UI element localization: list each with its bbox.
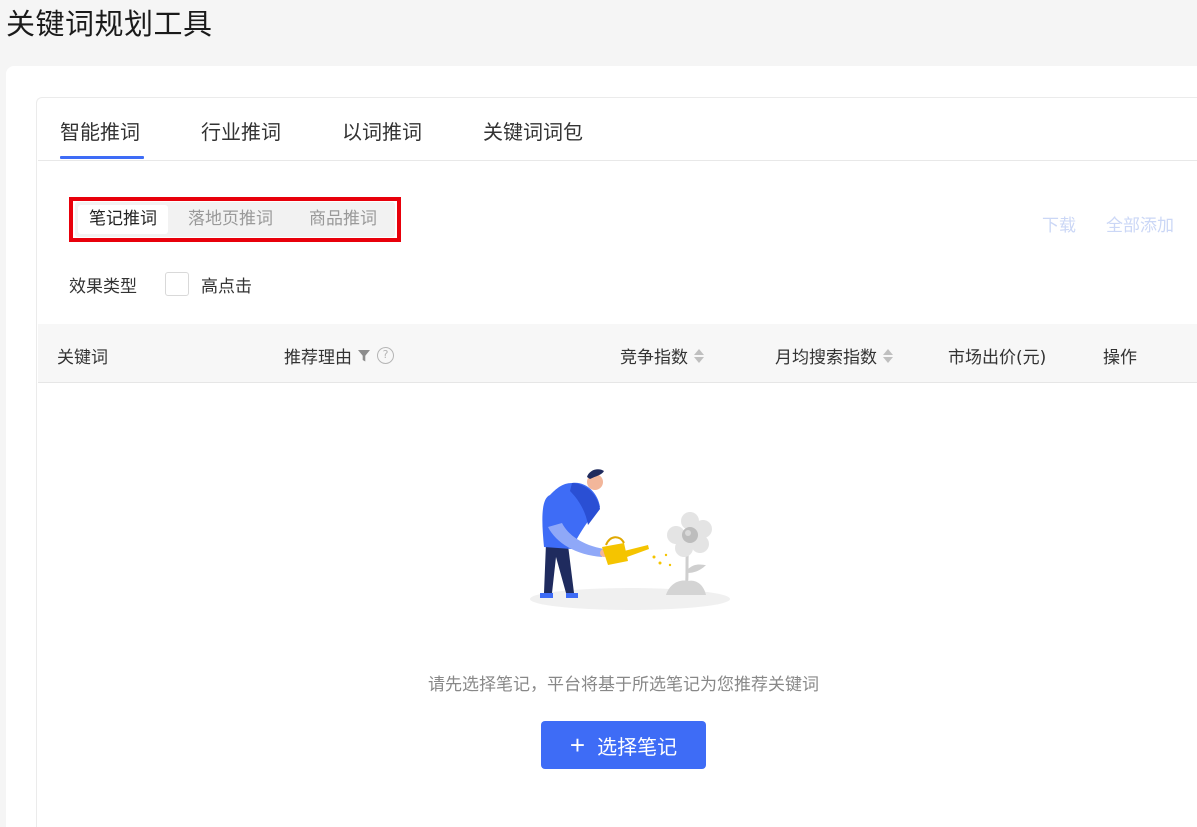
column-operation: 操作 [1103, 343, 1137, 368]
select-note-button-label: 选择笔记 [597, 736, 678, 759]
column-operation-label: 操作 [1103, 348, 1137, 368]
download-link[interactable]: 下载 [1042, 211, 1076, 236]
add-all-link[interactable]: 全部添加 [1106, 211, 1174, 236]
plus-icon: + [569, 730, 586, 760]
sort-icon[interactable] [694, 348, 704, 363]
column-competition-label: 竞争指数 [620, 348, 688, 368]
main-tabs: 智能推词 行业推词 以词推词 关键词词包 [38, 98, 1197, 161]
column-reason: 推荐理由 ? [284, 343, 394, 368]
tab-word-recommend[interactable]: 以词推词 [342, 116, 422, 145]
active-tab-indicator [60, 156, 144, 159]
tab-industry-recommend[interactable]: 行业推词 [201, 116, 281, 145]
column-reason-label: 推荐理由 [284, 348, 352, 368]
column-monthly-search-label: 月均搜索指数 [775, 348, 877, 368]
effect-type-label: 效果类型 [69, 277, 137, 297]
column-monthly-search[interactable]: 月均搜索指数 [775, 343, 893, 368]
funnel-icon[interactable] [357, 349, 371, 363]
column-keyword: 关键词 [57, 343, 108, 368]
empty-state-message: 请先选择笔记，平台将基于所选笔记为您推荐关键词 [428, 675, 819, 695]
tab-smart-recommend[interactable]: 智能推词 [60, 116, 140, 145]
column-market-bid: 市场出价(元) [948, 343, 1046, 368]
high-click-checkbox[interactable] [165, 272, 189, 296]
table-header: 关键词 推荐理由 ? 竞争指数 月均搜索指数 市场出价(元) 操作 [38, 324, 1197, 383]
page-title: 关键词规划工具 [6, 7, 213, 41]
question-circle-icon[interactable]: ? [377, 347, 394, 364]
high-click-label[interactable]: 高点击 [201, 272, 252, 297]
column-market-bid-label: 市场出价(元) [948, 348, 1047, 368]
highlight-box [69, 197, 401, 242]
select-note-button[interactable]: + 选择笔记 [541, 721, 706, 769]
tab-keyword-package[interactable]: 关键词词包 [483, 116, 583, 145]
column-competition[interactable]: 竞争指数 [620, 343, 704, 368]
column-keyword-label: 关键词 [57, 348, 108, 368]
sort-icon[interactable] [883, 348, 893, 363]
empty-state-illustration [530, 469, 730, 610]
